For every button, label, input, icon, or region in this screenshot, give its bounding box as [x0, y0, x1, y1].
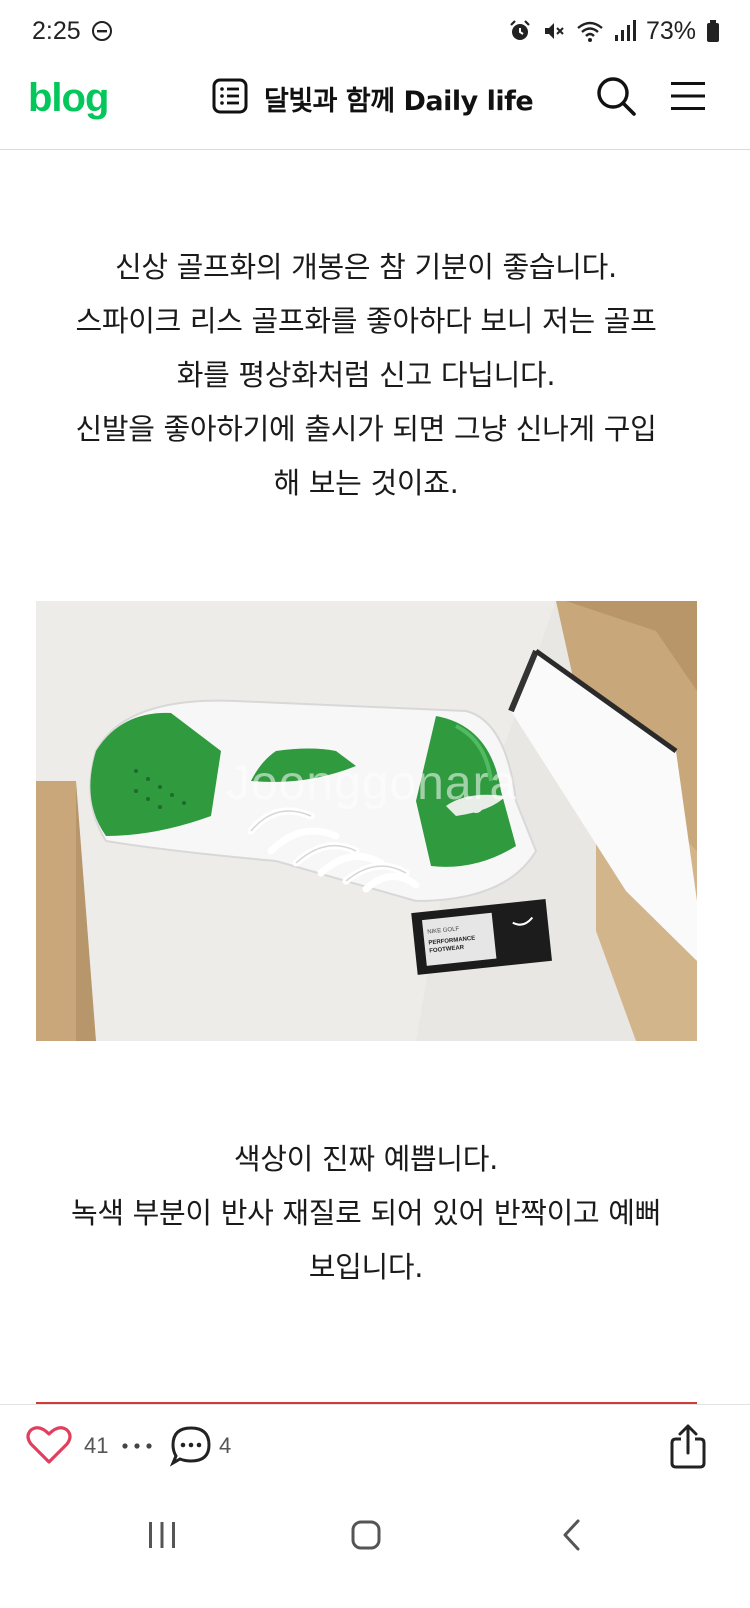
comment-count: 4: [219, 1433, 232, 1458]
system-nav-bar: [0, 1488, 750, 1608]
shoe-photo-illustration: NIKE GOLF PERFORMANCE FOOTWEAR: [36, 601, 697, 1041]
text-line: 신발을 좋아하기에 출시가 되면 그냥 신나게 구입: [75, 412, 657, 446]
list-icon[interactable]: [212, 78, 248, 118]
battery-icon: [706, 19, 720, 43]
home-button[interactable]: [336, 1512, 396, 1562]
text-line: 스파이크 리스 골프화를 좋아하다 보니 저는 골프: [75, 304, 657, 338]
comment-icon[interactable]: [169, 1425, 212, 1471]
back-button[interactable]: [542, 1512, 602, 1562]
recent-apps-icon[interactable]: [145, 1520, 179, 1554]
paragraph-color: 색상이 진짜 예쁩니다. 녹색 부분이 반사 재질로 되어 있어 반짝이고 예뻐…: [36, 1132, 696, 1294]
more-button[interactable]: [120, 1429, 154, 1467]
share-button[interactable]: [668, 1423, 708, 1473]
home-icon[interactable]: [350, 1519, 382, 1555]
post-content: 신상 골프화의 개봉은 참 기분이 좋습니다. 스파이크 리스 골프화를 좋아하…: [0, 150, 750, 1404]
search-button[interactable]: [594, 76, 638, 120]
like-button[interactable]: [26, 1425, 72, 1469]
recent-apps-button[interactable]: [132, 1512, 192, 1562]
share-icon[interactable]: [668, 1423, 708, 1473]
blog-title[interactable]: 달빛과 함께 Daily life: [264, 79, 534, 118]
text-line: 해 보는 것이죠.: [273, 466, 459, 500]
menu-icon[interactable]: [669, 79, 707, 117]
post-photo[interactable]: NIKE GOLF PERFORMANCE FOOTWEAR Joonggona…: [36, 601, 697, 1041]
app-header: blog 달빛과 함께 Daily life: [0, 62, 750, 150]
status-time: 2:25: [32, 16, 81, 45]
blog-title-group[interactable]: 달빛과 함께 Daily life: [212, 78, 534, 118]
text-line: 색상이 진짜 예쁩니다.: [233, 1142, 499, 1176]
mute-icon: [542, 19, 566, 43]
back-icon[interactable]: [560, 1518, 584, 1556]
wifi-icon: [576, 19, 604, 43]
status-bar: 2:25 73%: [0, 0, 750, 62]
status-right: 73%: [508, 17, 720, 46]
status-left: 2:25: [32, 17, 113, 46]
text-line: 녹색 부분이 반사 재질로 되어 있어 반짝이고 예뻐: [70, 1196, 662, 1230]
post-action-bar: 41 4: [0, 1404, 750, 1488]
text-line: 신상 골프화의 개봉은 참 기분이 좋습니다.: [115, 250, 617, 284]
search-icon[interactable]: [595, 75, 637, 121]
more-icon[interactable]: [120, 1429, 154, 1467]
text-line: 보입니다.: [308, 1250, 424, 1284]
photo-watermark: Joonggonara: [226, 757, 518, 810]
signal-icon: [614, 19, 636, 43]
blog-logo[interactable]: blog: [28, 76, 109, 121]
paragraph-intro: 신상 골프화의 개봉은 참 기분이 좋습니다. 스파이크 리스 골프화를 좋아하…: [36, 240, 696, 510]
alarm-icon: [508, 19, 532, 43]
text-line: 화를 평상화처럼 신고 다닙니다.: [176, 358, 556, 392]
like-count: 41: [84, 1433, 109, 1458]
menu-button[interactable]: [666, 76, 710, 120]
do-not-disturb-icon: [91, 20, 113, 42]
battery-percent: 73%: [645, 16, 696, 45]
comment-button[interactable]: [169, 1425, 212, 1471]
heart-icon[interactable]: [26, 1425, 72, 1469]
